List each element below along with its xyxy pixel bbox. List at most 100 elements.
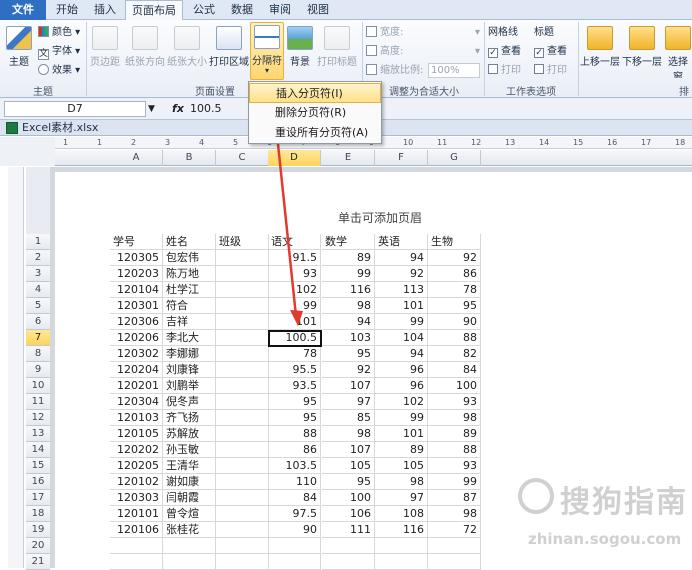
row-header-1[interactable]: 1: [26, 234, 50, 250]
tab-view[interactable]: 视图: [299, 0, 337, 20]
background-button[interactable]: 背景: [286, 24, 314, 78]
table-cell[interactable]: 93: [428, 394, 481, 410]
table-cell[interactable]: 120306: [110, 314, 163, 330]
table-cell[interactable]: 89: [375, 442, 428, 458]
table-cell[interactable]: 105: [375, 458, 428, 474]
table-cell[interactable]: 99: [375, 410, 428, 426]
table-cell[interactable]: 106: [322, 506, 375, 522]
table-cell[interactable]: 谢如康: [163, 474, 216, 490]
tab-file[interactable]: 文件: [0, 0, 46, 20]
column-header-B[interactable]: B: [163, 150, 216, 166]
themes-button[interactable]: 主题: [4, 24, 34, 78]
table-cell[interactable]: 86: [268, 442, 321, 458]
table-cell[interactable]: 95: [268, 394, 321, 410]
table-cell[interactable]: 97.5: [268, 506, 321, 522]
table-cell[interactable]: 85: [322, 410, 375, 426]
table-cell[interactable]: 98: [375, 474, 428, 490]
empty-cell[interactable]: [268, 538, 321, 554]
table-cell[interactable]: [216, 394, 269, 410]
table-cell[interactable]: 120205: [110, 458, 163, 474]
table-cell[interactable]: 120204: [110, 362, 163, 378]
table-cell[interactable]: 99: [375, 314, 428, 330]
row-header-7[interactable]: 7: [26, 330, 50, 346]
table-cell[interactable]: 84: [268, 490, 321, 506]
table-cell[interactable]: [216, 362, 269, 378]
table-cell[interactable]: 120106: [110, 522, 163, 538]
table-cell[interactable]: 100: [428, 378, 481, 394]
table-cell[interactable]: 97: [375, 490, 428, 506]
tab-insert[interactable]: 插入: [86, 0, 124, 20]
table-cell[interactable]: 94: [375, 346, 428, 362]
table-cell[interactable]: 92: [322, 362, 375, 378]
table-cell[interactable]: 92: [375, 266, 428, 282]
table-cell[interactable]: [216, 506, 269, 522]
fonts-button[interactable]: 文字体 ▾: [38, 44, 80, 60]
menu-item-insert-page-break[interactable]: 插入分页符(I): [249, 83, 381, 103]
row-header-9[interactable]: 9: [26, 362, 50, 378]
table-cell[interactable]: 吉祥: [163, 314, 216, 330]
corner-select-all[interactable]: [0, 137, 55, 166]
headings-view-checkbox[interactable]: ✓ 查看: [534, 44, 567, 60]
header-placeholder[interactable]: 单击可添加页眉: [338, 209, 422, 226]
row-header-10[interactable]: 10: [26, 378, 50, 394]
table-header-cell[interactable]: 英语: [375, 234, 428, 250]
table-cell[interactable]: 116: [375, 522, 428, 538]
menu-item-remove-page-break[interactable]: 删除分页符(R): [249, 103, 381, 123]
table-header-cell[interactable]: 生物: [428, 234, 481, 250]
table-cell[interactable]: 82: [428, 346, 481, 362]
table-cell[interactable]: 95: [428, 298, 481, 314]
table-cell[interactable]: 110: [268, 474, 321, 490]
chevron-down-icon[interactable]: ▼: [148, 101, 155, 117]
table-cell[interactable]: 107: [322, 378, 375, 394]
table-cell[interactable]: [216, 474, 269, 490]
table-cell[interactable]: 120304: [110, 394, 163, 410]
table-cell[interactable]: 120302: [110, 346, 163, 362]
tab-formulas[interactable]: 公式: [185, 0, 223, 20]
table-cell[interactable]: 100: [322, 490, 375, 506]
table-header-cell[interactable]: 学号: [110, 234, 163, 250]
table-cell[interactable]: 95.5: [268, 362, 321, 378]
table-cell[interactable]: 84: [428, 362, 481, 378]
name-box[interactable]: D7: [4, 101, 146, 117]
table-header-cell[interactable]: 数学: [322, 234, 375, 250]
table-cell[interactable]: 120303: [110, 490, 163, 506]
selection-pane-button[interactable]: 选择窗: [664, 24, 692, 78]
margins-button[interactable]: 页边距: [88, 24, 122, 78]
row-header-18[interactable]: 18: [26, 506, 50, 522]
tab-data[interactable]: 数据: [223, 0, 261, 20]
table-cell[interactable]: 111: [322, 522, 375, 538]
tab-review[interactable]: 审阅: [261, 0, 299, 20]
table-cell[interactable]: 89: [428, 426, 481, 442]
table-cell[interactable]: 120103: [110, 410, 163, 426]
table-cell[interactable]: 曾令煊: [163, 506, 216, 522]
table-cell[interactable]: 倪冬声: [163, 394, 216, 410]
row-header-11[interactable]: 11: [26, 394, 50, 410]
row-header-2[interactable]: 2: [26, 250, 50, 266]
table-cell[interactable]: 120105: [110, 426, 163, 442]
row-header-15[interactable]: 15: [26, 458, 50, 474]
table-cell[interactable]: [216, 442, 269, 458]
table-cell[interactable]: 96: [375, 362, 428, 378]
table-header-cell[interactable]: 姓名: [163, 234, 216, 250]
column-header-E[interactable]: E: [322, 150, 375, 166]
table-cell[interactable]: 120201: [110, 378, 163, 394]
table-cell[interactable]: 93: [428, 458, 481, 474]
table-cell[interactable]: [216, 410, 269, 426]
table-cell[interactable]: 93.5: [268, 378, 321, 394]
row-header-13[interactable]: 13: [26, 426, 50, 442]
row-header-12[interactable]: 12: [26, 410, 50, 426]
table-cell[interactable]: 90: [268, 522, 321, 538]
table-cell[interactable]: 88: [428, 330, 481, 346]
table-cell[interactable]: 120104: [110, 282, 163, 298]
row-header-19[interactable]: 19: [26, 522, 50, 538]
empty-cell[interactable]: [110, 538, 163, 554]
table-cell[interactable]: 88: [428, 442, 481, 458]
table-cell[interactable]: 78: [428, 282, 481, 298]
empty-cell[interactable]: [322, 538, 375, 554]
menu-item-reset-all-page-breaks[interactable]: 重设所有分页符(A): [249, 123, 381, 143]
empty-cell[interactable]: [216, 538, 269, 554]
table-cell[interactable]: 89: [322, 250, 375, 266]
table-cell[interactable]: 苏解放: [163, 426, 216, 442]
table-cell[interactable]: 86: [428, 266, 481, 282]
row-header-4[interactable]: 4: [26, 282, 50, 298]
